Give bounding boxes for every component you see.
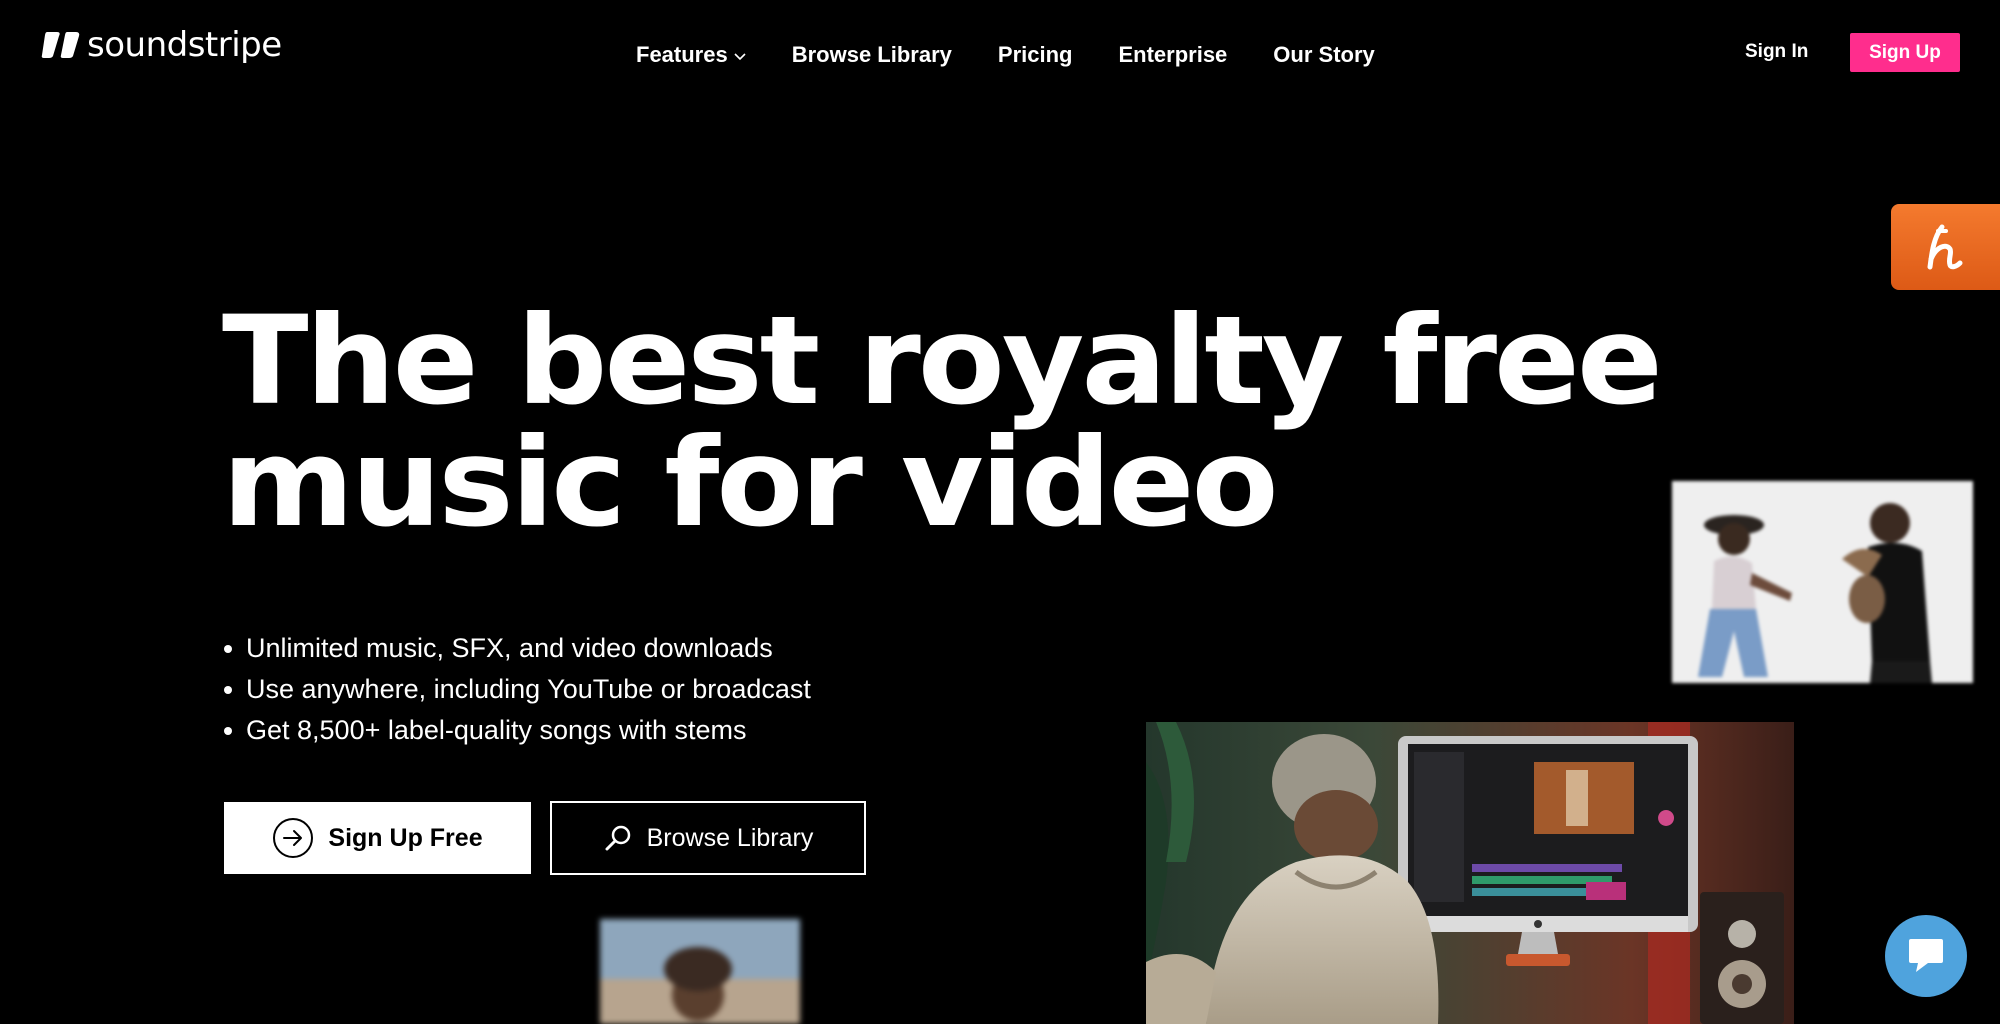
- nav-features[interactable]: Features: [636, 42, 746, 68]
- main-nav: Features Browse Library Pricing Enterpri…: [636, 40, 1375, 70]
- soundstripe-logo-icon: [41, 32, 80, 58]
- feature-item: Unlimited music, SFX, and video download…: [224, 628, 811, 669]
- feature-item: Get 8,500+ label-quality songs with stem…: [224, 710, 811, 751]
- sign-up-free-button[interactable]: Sign Up Free: [224, 802, 531, 874]
- hero-feature-list: Unlimited music, SFX, and video download…: [224, 628, 811, 751]
- hero-image-dancers: [1672, 481, 1973, 683]
- search-icon: [605, 825, 630, 851]
- chevron-down-icon: [734, 53, 746, 61]
- hero-title: The best royalty free music for video: [222, 290, 1663, 554]
- sign-in-link[interactable]: Sign In: [1745, 41, 1808, 63]
- hero-title-line2: music for video: [222, 412, 1279, 554]
- honey-h-icon: [1927, 224, 1963, 270]
- hero-image-thumbnail: [600, 919, 800, 1024]
- browse-library-button[interactable]: Browse Library: [550, 801, 866, 875]
- chat-bubble-icon: [1909, 939, 1943, 972]
- soundstripe-logo[interactable]: soundstripe: [41, 28, 282, 62]
- hero-image-video-editor: [1146, 722, 1794, 1024]
- sign-up-button[interactable]: Sign Up: [1850, 33, 1960, 72]
- nav-features-label: Features: [636, 42, 728, 67]
- nav-browse-library[interactable]: Browse Library: [792, 42, 952, 68]
- logo-wordmark: soundstripe: [87, 25, 282, 65]
- sign-up-free-label: Sign Up Free: [328, 823, 483, 852]
- nav-pricing[interactable]: Pricing: [998, 42, 1073, 68]
- nav-enterprise[interactable]: Enterprise: [1118, 42, 1227, 68]
- arrow-right-circle-icon: [273, 818, 314, 858]
- browse-library-label: Browse Library: [646, 823, 814, 852]
- feature-item: Use anywhere, including YouTube or broad…: [224, 669, 811, 710]
- honey-extension-badge[interactable]: [1891, 204, 2000, 290]
- chat-launcher-button[interactable]: [1885, 915, 1967, 997]
- hero-title-line1: The best royalty free: [222, 290, 1663, 432]
- nav-our-story[interactable]: Our Story: [1273, 42, 1374, 68]
